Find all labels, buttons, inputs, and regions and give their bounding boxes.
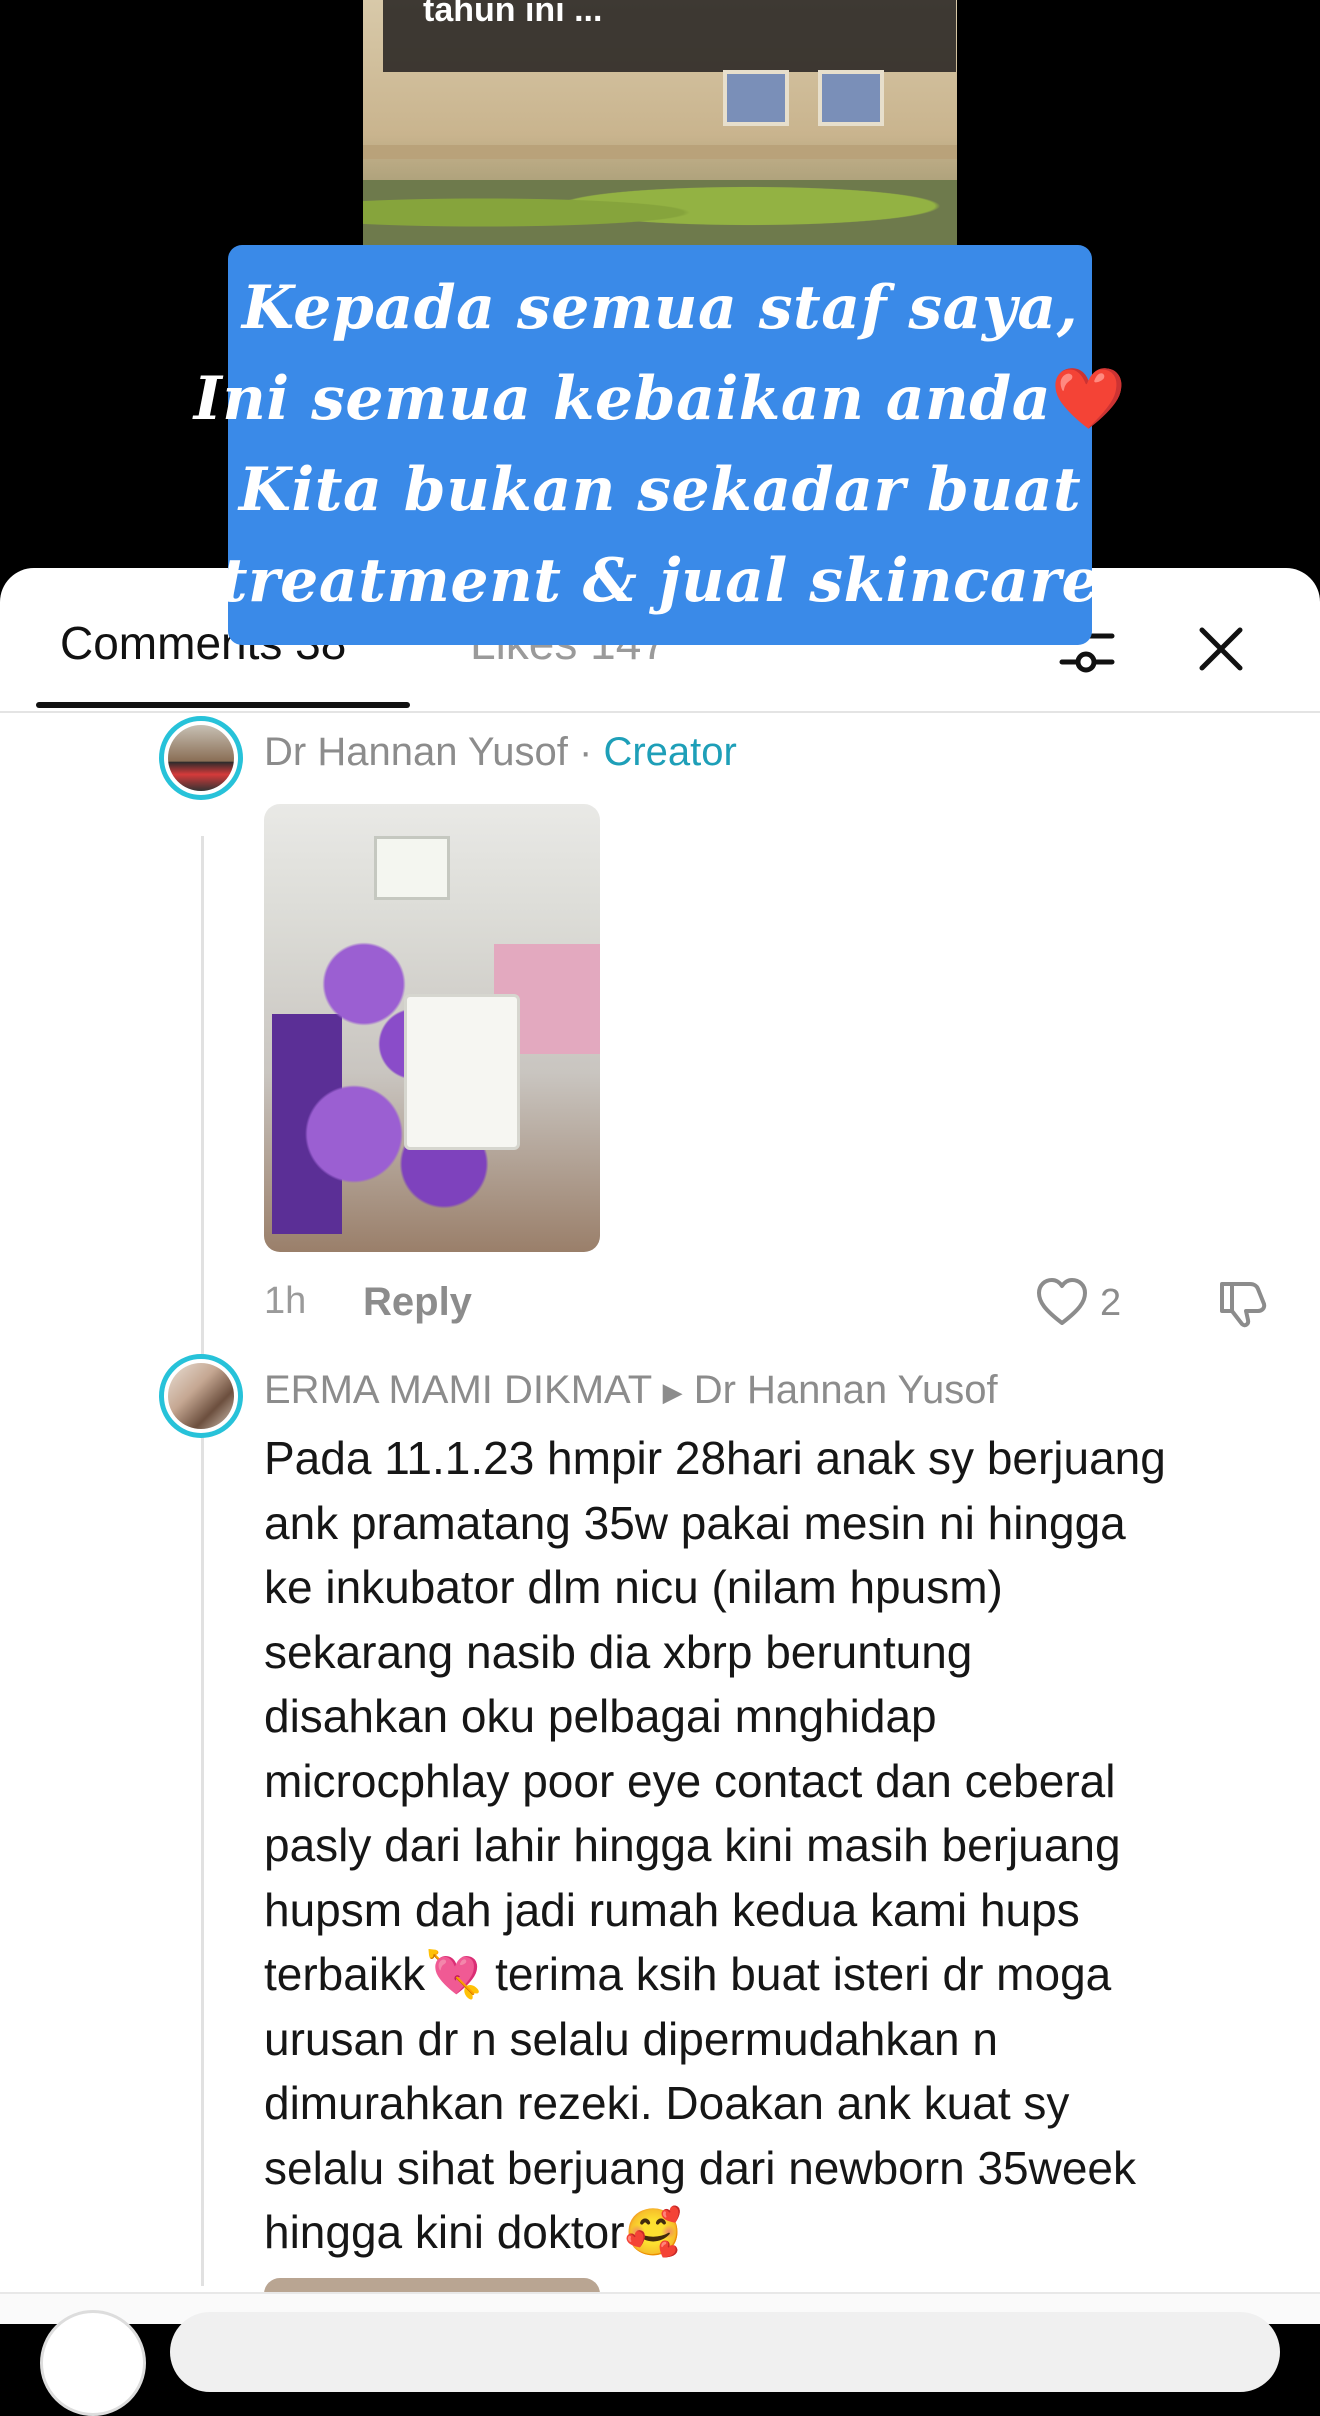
- thread-line: [201, 836, 204, 2286]
- overlay-line: Ini semua kebaikan anda❤️: [194, 354, 1127, 445]
- building-window: [723, 70, 789, 126]
- like-count: 2: [1100, 1282, 1122, 1324]
- reply-to-name[interactable]: Dr Hannan Yusof: [694, 1368, 998, 1412]
- overlay-line-text: Ini semua kebaikan anda: [193, 364, 1052, 434]
- bushes: [363, 180, 957, 245]
- comment-photo[interactable]: [264, 804, 600, 1252]
- active-tab-indicator: [36, 702, 410, 708]
- user-avatar: [40, 2310, 146, 2416]
- overlay-line: treatment & jual skincare: [219, 546, 1101, 616]
- heart-icon[interactable]: [1035, 1276, 1089, 1328]
- incubator: [404, 994, 520, 1150]
- building-window: [818, 70, 884, 126]
- ceiling-light: [374, 836, 450, 900]
- comment-input-bar: [0, 2292, 1320, 2416]
- author-name[interactable]: ERMA MAMI DIKMAT: [264, 1368, 651, 1412]
- creator-badge: Creator: [603, 730, 737, 774]
- comment-actions: 1h Reply 2: [0, 1278, 1320, 1330]
- comment-text: Pada 11.1.23 hmpir 28hari anak sy berjua…: [264, 1432, 1166, 2258]
- avatar[interactable]: [159, 716, 243, 800]
- video-frame: tahun ini ...: [363, 0, 957, 245]
- comment-time: 1h: [264, 1280, 307, 1322]
- avatar-image: [168, 1363, 234, 1429]
- video-text-overlay: Kepada semua staf saya, Ini semua kebaik…: [194, 245, 1126, 645]
- video-caption: tahun ini ...: [383, 0, 956, 72]
- reply-button[interactable]: Reply: [363, 1280, 472, 1325]
- avatar-image: [168, 725, 234, 791]
- close-icon[interactable]: [1192, 620, 1250, 678]
- heart-emoji-icon: ❤️: [1051, 364, 1127, 434]
- reply-arrow-icon: ▶: [662, 1376, 683, 1407]
- building-ledge: [363, 145, 957, 159]
- overlay-line: Kita bukan sekadar buat: [238, 455, 1082, 525]
- avatar[interactable]: [159, 1354, 243, 1438]
- author-name[interactable]: Dr Hannan Yusof: [264, 730, 568, 774]
- comment-meta: Dr Hannan Yusof · Creator: [264, 730, 737, 775]
- meta-separator: ·: [567, 730, 604, 774]
- overlay-line: Kepada semua staf saya,: [241, 273, 1079, 343]
- comment-meta: ERMA MAMI DIKMAT ▶ Dr Hannan Yusof: [264, 1368, 998, 1413]
- dislike-icon[interactable]: [1214, 1274, 1272, 1330]
- comment-input[interactable]: [170, 2312, 1280, 2392]
